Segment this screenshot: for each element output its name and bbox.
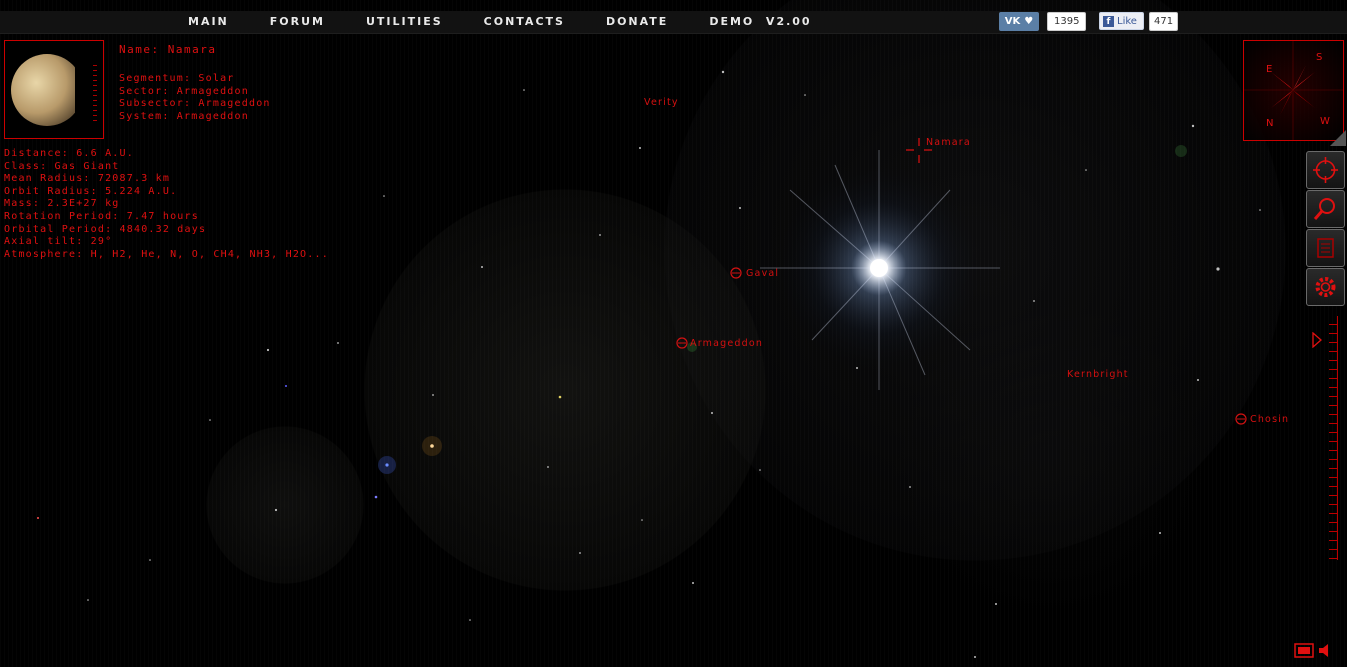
zoom-slider[interactable]	[1322, 316, 1338, 560]
class-text: Class: Gas Giant	[4, 160, 120, 172]
axial-tilt-text: Axial tilt: 29°	[4, 236, 113, 248]
map-label-chosin[interactable]: Chosin	[1250, 414, 1289, 425]
system-text: System: Armageddon	[119, 110, 249, 122]
orbital-period-text: Orbital Period: 4840.32 days	[4, 223, 207, 235]
planet-stats: Distance: 6.6 A.U. Class: Gas Giant Mean…	[4, 148, 329, 261]
map-label-armageddon[interactable]: Armageddon	[690, 338, 763, 349]
orbit-radius-text: Orbit Radius: 5.224 A.U.	[4, 185, 178, 197]
planet-image	[11, 54, 75, 126]
zoom-slider-handle-icon[interactable]	[1312, 332, 1322, 348]
distance-text: Distance: 6.6 A.U.	[4, 148, 134, 159]
thumbnail-scale	[93, 61, 97, 121]
nav-donate-link[interactable]: Donate	[606, 15, 668, 28]
top-nav-bar: Main Forum Utilities Contacts Donate Dem…	[0, 11, 1347, 34]
target-button[interactable]	[1306, 151, 1345, 189]
settings-button[interactable]	[1306, 268, 1345, 306]
fb-like-count: 471	[1149, 12, 1179, 31]
compass-n: N	[1266, 118, 1273, 129]
mass-text: Mass: 2.3E+27 kg	[4, 198, 120, 210]
planet-location: Segmentum: Solar Sector: Armageddon Subs…	[119, 73, 271, 123]
vk-like-count: 1395	[1047, 12, 1087, 31]
map-label-gaval[interactable]: Gaval	[746, 268, 779, 279]
compass-rose-icon: E S N W	[1244, 41, 1343, 140]
search-icon	[1313, 198, 1335, 220]
map-label-kernbright[interactable]: Kernbright	[1067, 369, 1129, 380]
segmentum-text: Segmentum: Solar	[119, 73, 235, 84]
vk-like-button[interactable]: VK ♥	[999, 12, 1039, 31]
subsector-text: Subsector: Armageddon	[119, 98, 271, 109]
nav-forum-link[interactable]: Forum	[270, 15, 325, 28]
nav-contacts-link[interactable]: Contacts	[484, 15, 565, 28]
fullscreen-icon[interactable]	[1294, 643, 1314, 658]
map-label-namara[interactable]: Namara	[926, 137, 971, 148]
crosshair-icon	[1313, 157, 1338, 183]
planet-name: Name: Namara	[119, 43, 217, 56]
main-nav: Main Forum Utilities Contacts Donate Dem…	[188, 15, 853, 28]
panel-corner-icon	[1330, 130, 1346, 146]
compass-s: S	[1316, 52, 1322, 63]
vk-logo-icon: VK	[1004, 16, 1021, 27]
atmosphere-text: Atmosphere: H, H2, He, N, O, CH4, NH3, H…	[4, 248, 329, 260]
fb-like-label: Like	[1117, 15, 1137, 27]
compass-e: E	[1266, 64, 1272, 75]
planet-thumbnail[interactable]	[4, 40, 104, 139]
compass-w: W	[1320, 116, 1330, 127]
sector-text: Sector: Armageddon	[119, 85, 249, 97]
rotation-period-text: Rotation Period: 7.47 hours	[4, 210, 199, 222]
mean-radius-text: Mean Radius: 72087.3 km	[4, 173, 171, 185]
fb-like-button[interactable]: f Like	[1099, 12, 1144, 30]
nav-main-link[interactable]: Main	[188, 15, 229, 28]
scroll-icon	[1317, 238, 1334, 258]
facebook-logo-icon: f	[1103, 15, 1114, 27]
sound-icon[interactable]	[1318, 643, 1334, 658]
nav-utilities-link[interactable]: Utilities	[366, 15, 443, 28]
nav-demo-link[interactable]: Demo v2.00	[709, 15, 811, 28]
gear-icon	[1315, 277, 1336, 297]
compass-widget[interactable]: E S N W	[1243, 40, 1344, 141]
map-label-verity[interactable]: Verity	[644, 97, 679, 108]
search-button[interactable]	[1306, 190, 1345, 228]
log-button[interactable]	[1306, 229, 1345, 267]
heart-icon: ♥	[1024, 16, 1034, 27]
